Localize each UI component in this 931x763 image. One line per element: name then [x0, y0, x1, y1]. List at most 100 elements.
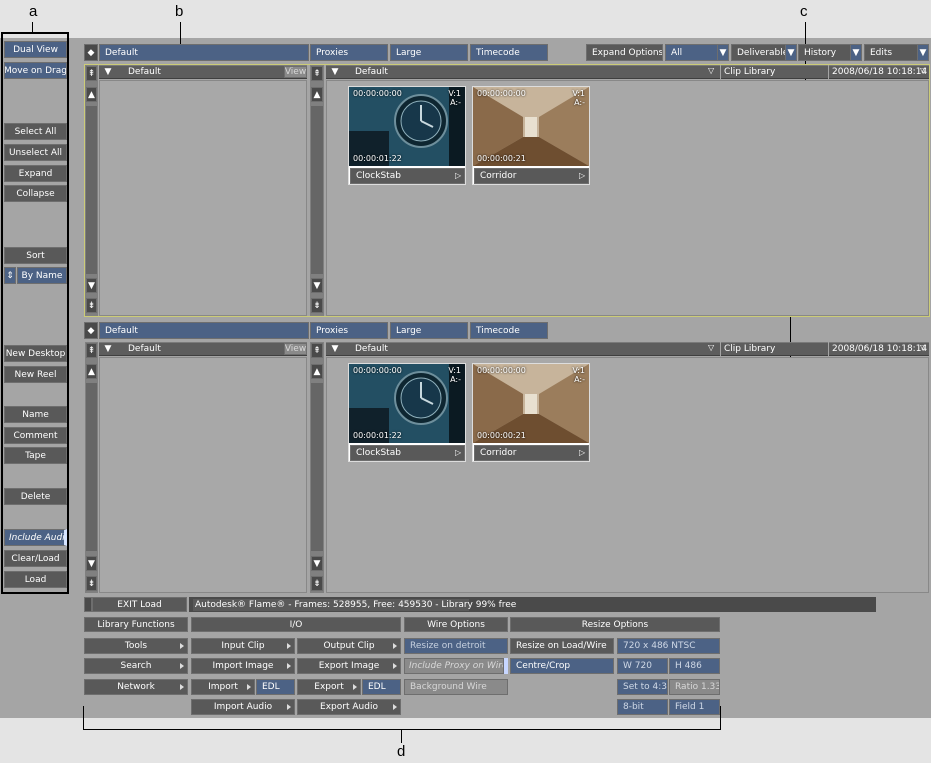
import-edl-dropdown[interactable]: EDL [256, 679, 295, 695]
scroll-thumb-2[interactable] [86, 383, 97, 551]
scroll-up-top-1[interactable]: ⇞ [86, 66, 97, 81]
collapse-triangle-icon[interactable]: ▼ [328, 65, 342, 79]
collapse-button[interactable]: Collapse [4, 185, 67, 202]
library-name-field-2[interactable]: Default [99, 322, 309, 339]
clip-thumbnail[interactable]: 00:00:00:00 V:1 A:- 00:00:01:22 ClockSta… [348, 86, 466, 185]
export-edl-dropdown[interactable]: EDL [362, 679, 401, 695]
include-audio-toggle[interactable]: Include Audio [4, 529, 67, 546]
reel-scroll-up-2[interactable]: ▲ [311, 364, 323, 379]
export-button[interactable]: Export [297, 679, 361, 695]
import-audio-button[interactable]: Import Audio [191, 699, 295, 715]
resize-on-load-wire-toggle[interactable]: Resize on Load/Wire [510, 638, 614, 654]
field-dropdown[interactable]: Field 1 [669, 699, 720, 715]
height-field[interactable]: H 486 [669, 658, 720, 674]
library-select-arrow-2[interactable]: ◆ [84, 322, 98, 339]
collapse-triangle-icon[interactable]: ▼ [328, 342, 342, 356]
reel-scroll-thumb-1[interactable] [311, 106, 323, 274]
dual-view-button[interactable]: Dual View [4, 41, 67, 58]
reel-scroll-down-2[interactable]: ▼ [311, 556, 323, 571]
timecode-button-1[interactable]: Timecode [470, 44, 548, 61]
clip-menu-icon[interactable]: ▷ [579, 171, 585, 180]
library-select-arrow-1[interactable]: ◆ [84, 44, 98, 61]
move-on-drag-button[interactable]: Move on Drag [4, 62, 67, 79]
collapse-triangle-icon[interactable]: ▼ [101, 342, 115, 356]
large-button-2[interactable]: Large [390, 322, 468, 339]
clip-menu-icon[interactable]: ▷ [455, 448, 461, 457]
load-button[interactable]: Load [4, 571, 67, 588]
proxies-button-1[interactable]: Proxies [310, 44, 388, 61]
timestamp-dropdown-icon[interactable]: ▽ [920, 66, 926, 75]
clip-name[interactable]: ClockStab [350, 168, 465, 184]
input-clip-button[interactable]: Input Clip [191, 638, 295, 654]
reel-scroll-up-top-1[interactable]: ⇞ [311, 66, 323, 81]
search-button[interactable]: Search [84, 658, 188, 674]
clip-thumbnail[interactable]: 00:00:00:00 V:1 A:- 00:00:00:21 Corridor… [472, 86, 590, 185]
ratio-field[interactable]: Ratio 1.333 [669, 679, 720, 695]
scroll-down-bottom-2[interactable]: ⇟ [86, 576, 97, 591]
scroll-down-1[interactable]: ▼ [86, 278, 97, 293]
clip-thumbnail[interactable]: 00:00:00:00 V:1 A:- 00:00:00:21 Corridor… [472, 363, 590, 462]
exit-load-button[interactable]: EXIT Load [92, 597, 187, 612]
library-name-field-1[interactable]: Default [99, 44, 309, 61]
tools-button[interactable]: Tools [84, 638, 188, 654]
new-reel-button[interactable]: New Reel [4, 366, 67, 383]
clip-name[interactable]: ClockStab [350, 445, 465, 461]
reel-scroll-down-bottom-1[interactable]: ⇟ [311, 298, 323, 313]
scroll-up-top-2[interactable]: ⇞ [86, 343, 97, 358]
deliverables-dropdown-arrow[interactable]: ▼ [785, 44, 797, 61]
comment-button[interactable]: Comment [4, 427, 67, 444]
clip-thumbnail[interactable]: 00:00:00:00 V:1 A:- 00:00:01:22 ClockSta… [348, 363, 466, 462]
export-audio-button[interactable]: Export Audio [297, 699, 401, 715]
large-button-1[interactable]: Large [390, 44, 468, 61]
all-dropdown-arrow[interactable]: ▼ [717, 44, 729, 61]
scroll-down-bottom-1[interactable]: ⇟ [86, 298, 97, 313]
reel-scroll-down-1[interactable]: ▼ [311, 278, 323, 293]
reel-scroll-up-1[interactable]: ▲ [311, 87, 323, 102]
status-left-handle[interactable] [84, 597, 92, 612]
tree-pane-1[interactable] [99, 80, 307, 316]
output-clip-button[interactable]: Output Clip [297, 638, 401, 654]
sort-button[interactable]: Sort [4, 247, 67, 264]
scroll-down-2[interactable]: ▼ [86, 556, 97, 571]
sort-by-name-dropdown[interactable]: By Name [17, 267, 67, 284]
collapse-triangle-icon[interactable]: ▼ [101, 65, 115, 79]
scroll-up-1[interactable]: ▲ [86, 87, 97, 102]
scroll-up-2[interactable]: ▲ [86, 364, 97, 379]
clip-name[interactable]: Corridor [474, 168, 589, 184]
scroll-thumb-1[interactable] [86, 106, 97, 274]
width-field[interactable]: W 720 [617, 658, 668, 674]
sort-order-toggle[interactable]: ⇕ [4, 267, 16, 284]
view-button-2[interactable]: View [284, 343, 307, 355]
export-image-button[interactable]: Export Image [297, 658, 401, 674]
clear-load-button[interactable]: Clear/Load [4, 550, 67, 567]
view-button-1[interactable]: View [284, 66, 307, 78]
select-all-button[interactable]: Select All [4, 123, 67, 140]
clip-menu-icon[interactable]: ▷ [455, 171, 461, 180]
timecode-button-2[interactable]: Timecode [470, 322, 548, 339]
clip-menu-icon[interactable]: ▷ [579, 448, 585, 457]
all-dropdown[interactable]: All [665, 44, 718, 61]
background-wire-toggle[interactable]: Background Wire [404, 679, 508, 695]
resolution-preset-dropdown[interactable]: 720 x 486 NTSC [617, 638, 720, 654]
bit-depth-dropdown[interactable]: 8-bit [617, 699, 668, 715]
reel-scroll-up-top-2[interactable]: ⇞ [311, 343, 323, 358]
clip-name[interactable]: Corridor [474, 445, 589, 461]
tree-pane-2[interactable] [99, 357, 307, 593]
history-dropdown-arrow[interactable]: ▼ [850, 44, 862, 61]
new-desktop-button[interactable]: New Desktop [4, 345, 67, 362]
import-button[interactable]: Import [191, 679, 255, 695]
include-proxy-on-wire-toggle[interactable]: Include Proxy on Wire [404, 658, 504, 674]
import-image-button[interactable]: Import Image [191, 658, 295, 674]
reel-dropdown-icon[interactable]: ▽ [708, 343, 714, 352]
history-dropdown[interactable]: History [798, 44, 851, 61]
reel-dropdown-icon[interactable]: ▽ [708, 66, 714, 75]
timestamp-dropdown-icon[interactable]: ▽ [920, 343, 926, 352]
unselect-all-button[interactable]: Unselect All [4, 144, 67, 161]
name-button[interactable]: Name [4, 406, 67, 423]
set-aspect-button[interactable]: Set to 4:3 [617, 679, 668, 695]
proxies-button-2[interactable]: Proxies [310, 322, 388, 339]
network-button[interactable]: Network [84, 679, 188, 695]
resize-on-detroit-toggle[interactable]: Resize on detroit [404, 638, 508, 654]
delete-button[interactable]: Delete [4, 488, 67, 505]
tape-button[interactable]: Tape [4, 447, 67, 464]
